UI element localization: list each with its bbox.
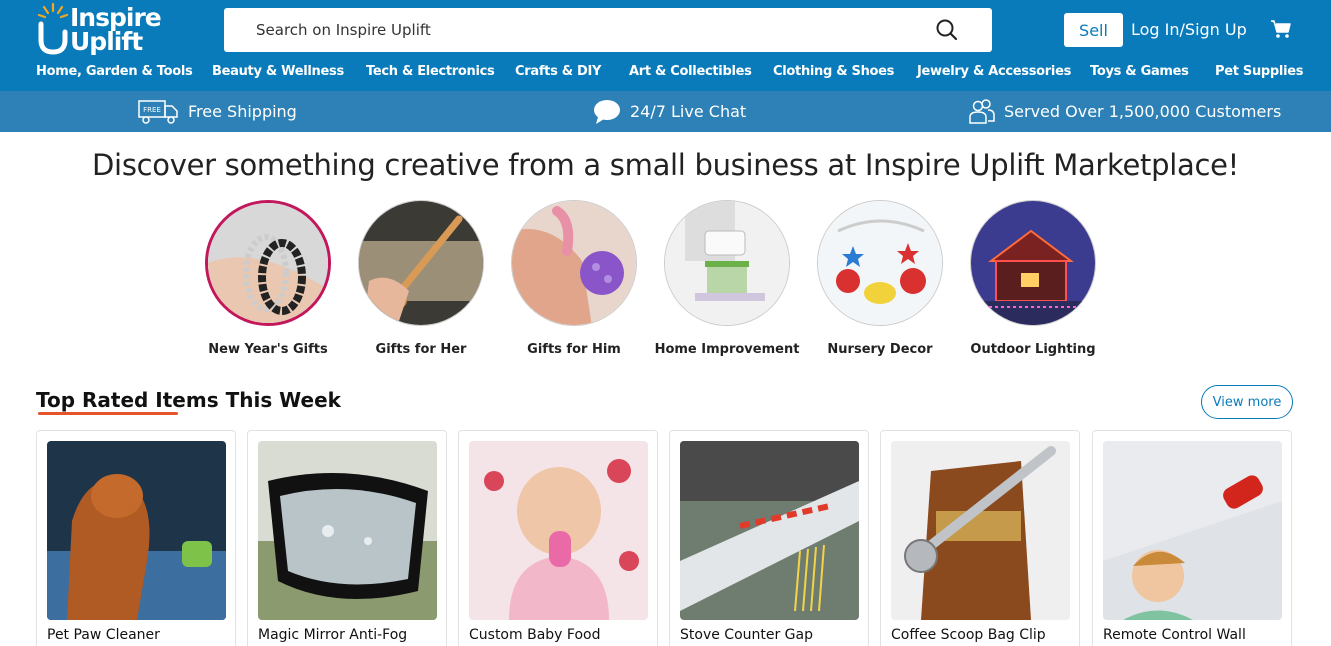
category-label: Nursery Decor <box>827 342 933 357</box>
section-title: Top Rated Items This Week <box>36 388 341 412</box>
customers-people-icon <box>969 98 995 124</box>
product-card[interactable]: Custom Baby Food <box>458 430 658 646</box>
category-label: Gifts for Her <box>375 342 467 357</box>
nav-crafts-diy[interactable]: Crafts & DIY <box>515 64 601 79</box>
product-title[interactable]: Magic Mirror Anti-Fog <box>258 627 407 643</box>
product-card[interactable]: Remote Control Wall <box>1092 430 1292 646</box>
chat-bubble-icon <box>594 99 620 124</box>
live-chat-info[interactable]: 24/7 Live Chat <box>592 91 746 132</box>
nav-clothing-shoes[interactable]: Clothing & Shoes <box>773 64 894 79</box>
info-bar: FREE Free Shipping 24/7 Live Chat Served… <box>0 91 1331 132</box>
car-mirror-image[interactable] <box>258 441 437 620</box>
search-icon[interactable] <box>936 19 958 41</box>
free-badge-text: FREE <box>143 106 161 114</box>
nav-beauty-wellness[interactable]: Beauty & Wellness <box>212 64 344 79</box>
product-card[interactable]: Coffee Scoop Bag Clip <box>880 430 1080 646</box>
category-outdoor-lighting[interactable]: Outdoor Lighting <box>958 200 1108 360</box>
product-title[interactable]: Pet Paw Cleaner <box>47 627 160 643</box>
wall-car-image[interactable] <box>1103 441 1282 620</box>
product-card[interactable]: Stove Counter Gap <box>669 430 869 646</box>
house-lights-image[interactable] <box>970 200 1096 326</box>
spiderman-mobile-image[interactable] <box>817 200 943 326</box>
nav-home-garden-tools[interactable]: Home, Garden & Tools <box>36 64 193 79</box>
live-chat-text: 24/7 Live Chat <box>630 102 747 121</box>
sell-button[interactable]: Sell <box>1064 13 1123 47</box>
category-gifts-for-him[interactable]: Gifts for Him <box>499 200 649 360</box>
login-signup-link[interactable]: Log In/Sign Up <box>1131 20 1247 39</box>
category-label: Outdoor Lighting <box>970 342 1096 357</box>
cart-icon[interactable] <box>1270 19 1292 39</box>
top-header: Inspire Uplift Sell Log In/Sign Up Home,… <box>0 0 1331 91</box>
wall-diffuser-image[interactable] <box>664 200 790 326</box>
wooden-spoon-image[interactable] <box>358 200 484 326</box>
free-shipping-truck-icon: FREE <box>138 99 178 124</box>
product-title[interactable]: Coffee Scoop Bag Clip <box>891 627 1046 643</box>
nav-toys-games[interactable]: Toys & Games <box>1090 64 1189 79</box>
page-headline: Discover something creative from a small… <box>92 148 1239 182</box>
massage-ball-image[interactable] <box>511 200 637 326</box>
nav-art-collectibles[interactable]: Art & Collectibles <box>629 64 752 79</box>
search-bar <box>224 8 992 52</box>
product-card[interactable]: Pet Paw Cleaner <box>36 430 236 646</box>
bracelet-image[interactable] <box>205 200 331 326</box>
category-new-years-gifts[interactable]: New Year's Gifts <box>193 200 343 360</box>
category-gifts-for-her[interactable]: Gifts for Her <box>346 200 496 360</box>
customers-text: Served Over 1,500,000 Customers <box>1004 102 1282 121</box>
free-shipping-text: Free Shipping <box>188 102 297 121</box>
inspire-uplift-logo[interactable]: Inspire Uplift <box>36 2 162 58</box>
product-title[interactable]: Custom Baby Food <box>469 627 600 643</box>
view-more-button[interactable]: View more <box>1201 385 1293 419</box>
category-home-improvement[interactable]: Home Improvement <box>652 200 802 360</box>
baby-image[interactable] <box>469 441 648 620</box>
nav-pet-supplies[interactable]: Pet Supplies <box>1215 64 1303 79</box>
free-shipping-info: FREE Free Shipping <box>138 91 297 132</box>
dog-image[interactable] <box>47 441 226 620</box>
section-title-underline <box>38 412 178 415</box>
logo-text-uplift: Uplift <box>70 27 143 56</box>
nav-tech-electronics[interactable]: Tech & Electronics <box>366 64 495 79</box>
product-title[interactable]: Stove Counter Gap <box>680 627 813 643</box>
product-card[interactable]: Magic Mirror Anti-Fog <box>247 430 447 646</box>
category-nursery-decor[interactable]: Nursery Decor <box>805 200 955 360</box>
category-label: Home Improvement <box>654 342 800 357</box>
search-input[interactable] <box>256 8 916 52</box>
counter-gap-image[interactable] <box>680 441 859 620</box>
product-title[interactable]: Remote Control Wall <box>1103 627 1246 643</box>
category-label: Gifts for Him <box>527 342 621 357</box>
nav-jewelry-accessories[interactable]: Jewelry & Accessories <box>917 64 1071 79</box>
category-nav: Home, Garden & Tools Beauty & Wellness T… <box>0 64 1331 86</box>
logo-u-icon <box>38 21 68 55</box>
category-label: New Year's Gifts <box>208 342 328 357</box>
customers-info: Served Over 1,500,000 Customers <box>968 91 1281 132</box>
coffee-bag-image[interactable] <box>891 441 1070 620</box>
